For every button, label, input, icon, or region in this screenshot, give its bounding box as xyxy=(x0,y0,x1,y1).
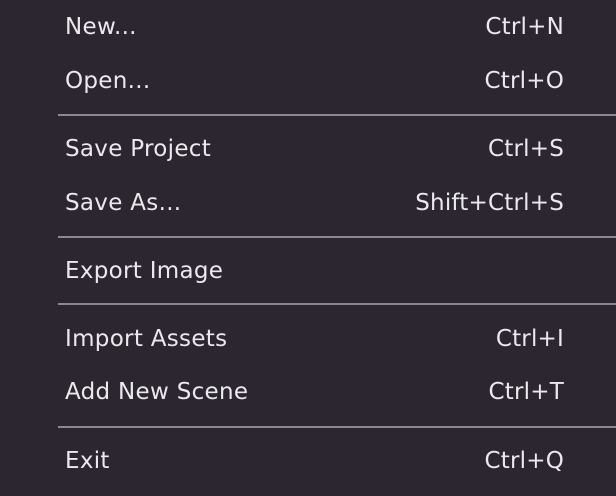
menu-item-shortcut: Ctrl+Q xyxy=(484,448,564,474)
menu-item-shortcut: Ctrl+N xyxy=(485,14,564,40)
menu-item-shortcut: Ctrl+I xyxy=(495,326,564,352)
menu-separator xyxy=(58,114,616,116)
menu-item-exit[interactable]: Exit Ctrl+Q xyxy=(58,439,564,483)
menu-item-open[interactable]: Open... Ctrl+O xyxy=(58,59,564,103)
menu-item-label: Save As... xyxy=(65,190,182,216)
menu-item-save-as[interactable]: Save As... Shift+Ctrl+S xyxy=(58,181,564,225)
menu-separator xyxy=(58,303,616,305)
menu-item-shortcut: Ctrl+S xyxy=(488,136,564,162)
menu-item-label: Import Assets xyxy=(65,326,228,352)
menu-separator xyxy=(58,236,616,238)
menu-item-label: New... xyxy=(65,14,137,40)
menu-item-label: Open... xyxy=(65,68,151,94)
menu-item-new[interactable]: New... Ctrl+N xyxy=(58,5,564,49)
menu-item-shortcut: Shift+Ctrl+S xyxy=(415,190,564,216)
menu-item-add-new-scene[interactable]: Add New Scene Ctrl+T xyxy=(58,370,564,414)
menu-item-import-assets[interactable]: Import Assets Ctrl+I xyxy=(58,317,564,361)
menu-item-label: Exit xyxy=(65,448,110,474)
menu-item-save-project[interactable]: Save Project Ctrl+S xyxy=(58,127,564,171)
menu-item-label: Save Project xyxy=(65,136,212,162)
menu-item-label: Add New Scene xyxy=(65,379,249,405)
file-menu: New... Ctrl+N Open... Ctrl+O Save Projec… xyxy=(0,0,616,496)
menu-item-label: Export Image xyxy=(65,258,224,284)
menu-item-shortcut: Ctrl+O xyxy=(484,68,564,94)
menu-separator xyxy=(58,426,616,428)
menu-item-shortcut: Ctrl+T xyxy=(488,379,564,405)
menu-item-export-image[interactable]: Export Image xyxy=(58,249,564,293)
